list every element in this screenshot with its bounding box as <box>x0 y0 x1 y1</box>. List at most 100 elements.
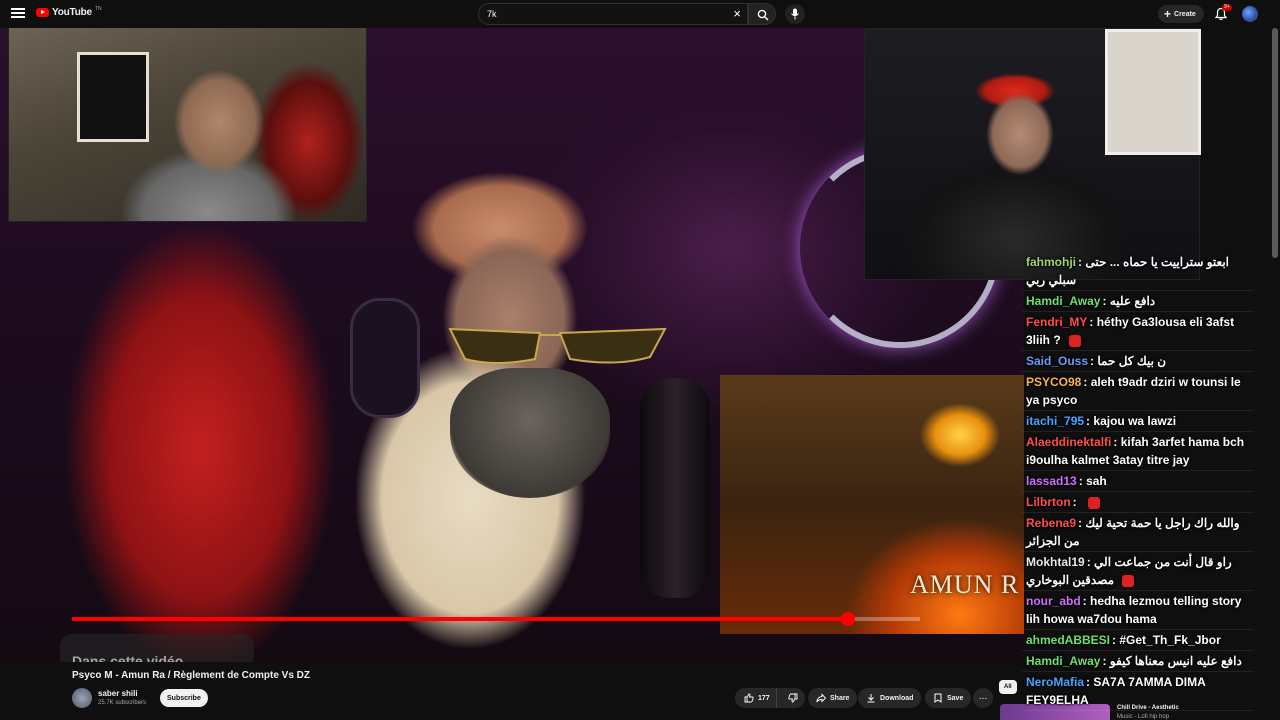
chat-message: PSYCO98: aleh t9adr dziri w tounsi le ya… <box>1022 372 1254 411</box>
thumbs-up-icon <box>744 693 754 703</box>
chat-author[interactable]: Alaeddinektalfi <box>1026 435 1111 449</box>
masthead: YouTube TN × + Create 9+ <box>0 0 1280 28</box>
playlist-add-icon <box>934 693 942 703</box>
chat-separator: : <box>1089 315 1097 329</box>
chat-separator: : <box>1102 294 1110 308</box>
chat-separator: : <box>1078 474 1087 488</box>
dislike-button[interactable] <box>781 693 805 703</box>
chat-message: nour_abd: hedha lezmou telling story lih… <box>1022 591 1254 630</box>
save-button[interactable]: Save <box>925 688 972 708</box>
youtube-play-icon <box>36 8 49 17</box>
share-label: Share <box>830 694 850 702</box>
chip-all[interactable]: All <box>999 680 1017 694</box>
chat-author[interactable]: itachi_795 <box>1026 414 1084 428</box>
like-dislike-group: 177 <box>735 688 805 708</box>
chat-message: Fendri_MY: héthy Ga3lousa eli 3afst 3lii… <box>1022 312 1254 351</box>
youtube-logo[interactable]: YouTube TN <box>36 5 102 18</box>
chat-text: #Get_Th_Fk_Jbor <box>1119 633 1221 647</box>
sunglasses-shape <box>448 327 667 364</box>
chat-separator: : <box>1072 495 1080 509</box>
chat-message: ahmedABBESI: #Get_Th_Fk_Jbor <box>1022 630 1254 651</box>
chat-author[interactable]: NeroMafia <box>1026 675 1084 689</box>
account-avatar[interactable] <box>1242 6 1258 22</box>
search-button[interactable] <box>748 3 776 25</box>
chat-author[interactable]: Lilbrton <box>1026 495 1071 509</box>
chat-message: Alaeddinektalfi: kifah 3arfet hama bch i… <box>1022 432 1254 471</box>
chat-author[interactable]: Mokhtal19 <box>1026 555 1085 569</box>
webcam-overlay-right <box>864 28 1201 280</box>
like-count: 177 <box>758 694 770 702</box>
chat-author[interactable]: Fendri_MY <box>1026 315 1087 329</box>
more-actions-button[interactable]: ... <box>973 688 993 708</box>
chat-text: kajou wa lawzi <box>1093 414 1177 428</box>
chat-message: fahmohji: ابعتو ستراييت يا حماه ... حتى … <box>1022 252 1254 291</box>
chat-text: دافع عليه <box>1109 294 1156 308</box>
album-cover-title: AMUN R <box>910 570 1020 599</box>
channel-avatar[interactable] <box>72 688 92 708</box>
chat-emote-icon <box>1122 574 1135 587</box>
chat-author[interactable]: fahmohji <box>1026 255 1076 269</box>
streamer-beard <box>450 368 610 498</box>
chat-message: Hamdi_Away: دافع عليه <box>1022 291 1254 312</box>
logo-country: TN <box>94 5 102 12</box>
chat-message: lassad13: sah <box>1022 471 1254 492</box>
headphones-shape <box>350 298 420 418</box>
search-input[interactable] <box>479 9 719 19</box>
chat-separator: : <box>1082 594 1091 608</box>
chat-separator: : <box>1086 555 1095 569</box>
chat-message: Mokhtal19: راو قال أنت من جماعت الي مصدق… <box>1022 552 1254 591</box>
chat-author[interactable]: PSYCO98 <box>1026 375 1081 389</box>
chat-overlay: fahmohji: ابعتو ستراييت يا حماه ... حتى … <box>1022 252 1254 720</box>
share-button[interactable]: Share <box>808 688 858 708</box>
create-label: Create <box>1174 10 1196 18</box>
chat-message: Lilbrton: <box>1022 492 1254 513</box>
search-box: × <box>478 3 748 25</box>
plus-icon: + <box>1164 7 1172 21</box>
album-cover: AMUN R <box>720 375 1024 634</box>
download-button[interactable]: Download <box>858 688 922 708</box>
save-label: Save <box>947 694 964 702</box>
in-video-label: Dans cette vidéo <box>72 653 184 662</box>
chat-message: Hamdi_Away: دافع عليه انيس معناها كيفو <box>1022 651 1254 672</box>
chat-text: ن بيك كل حما <box>1097 354 1167 368</box>
chat-message: Rebena9: والله راك راجل يا حمة تحية ليك … <box>1022 513 1254 552</box>
subscriber-count: 25.7K subscribers <box>98 700 147 706</box>
webcam-overlay-left <box>8 21 367 222</box>
chat-message: Said_Ouss: ن بيك كل حما <box>1022 351 1254 372</box>
chat-author[interactable]: Said_Ouss <box>1026 354 1088 368</box>
chat-author[interactable]: nour_abd <box>1026 594 1081 608</box>
video-title: Psyco M - Amun Ra / Règlement de Compte … <box>72 670 311 681</box>
chat-message: itachi_795: kajou wa lawzi <box>1022 411 1254 432</box>
notification-badge: 9+ <box>1222 4 1232 11</box>
chat-author[interactable]: lassad13 <box>1026 474 1077 488</box>
chat-author[interactable]: Hamdi_Away <box>1026 654 1100 668</box>
page-scrollbar[interactable] <box>1272 28 1278 258</box>
chat-author[interactable]: Rebena9 <box>1026 516 1076 530</box>
subscribe-button[interactable]: Subscribe <box>160 689 208 707</box>
progress-bar[interactable] <box>72 612 920 626</box>
wall-frame <box>1105 29 1201 155</box>
progress-scrubber[interactable] <box>840 612 855 626</box>
chat-separator: : <box>1102 654 1110 668</box>
create-button[interactable]: + Create <box>1158 5 1204 23</box>
voice-search-button[interactable] <box>785 4 805 24</box>
progress-played <box>72 617 848 621</box>
logo-text: YouTube <box>52 7 92 18</box>
chat-emote-icon <box>1088 496 1100 509</box>
chat-text: دافع عليه انيس معناها كيفو <box>1109 654 1242 668</box>
download-label: Download <box>880 694 914 702</box>
menu-icon[interactable] <box>10 6 26 22</box>
microphone-icon <box>791 8 799 20</box>
download-icon <box>867 694 875 703</box>
wall-poster <box>77 52 149 142</box>
chat-author[interactable]: ahmedABBESI <box>1026 633 1110 647</box>
chat-author[interactable]: Hamdi_Away <box>1026 294 1100 308</box>
clear-search-icon[interactable]: × <box>733 7 741 21</box>
chat-message: NeroMafia: SA7A 7AMMA DIMA FEY9ELHA <box>1022 672 1254 711</box>
studio-microphone <box>640 378 710 598</box>
chat-text: sah <box>1086 474 1107 488</box>
like-button[interactable]: 177 <box>735 688 777 708</box>
thumbs-down-icon <box>788 693 798 703</box>
chat-separator: : <box>1113 435 1121 449</box>
channel-name[interactable]: saber shili <box>98 689 138 698</box>
